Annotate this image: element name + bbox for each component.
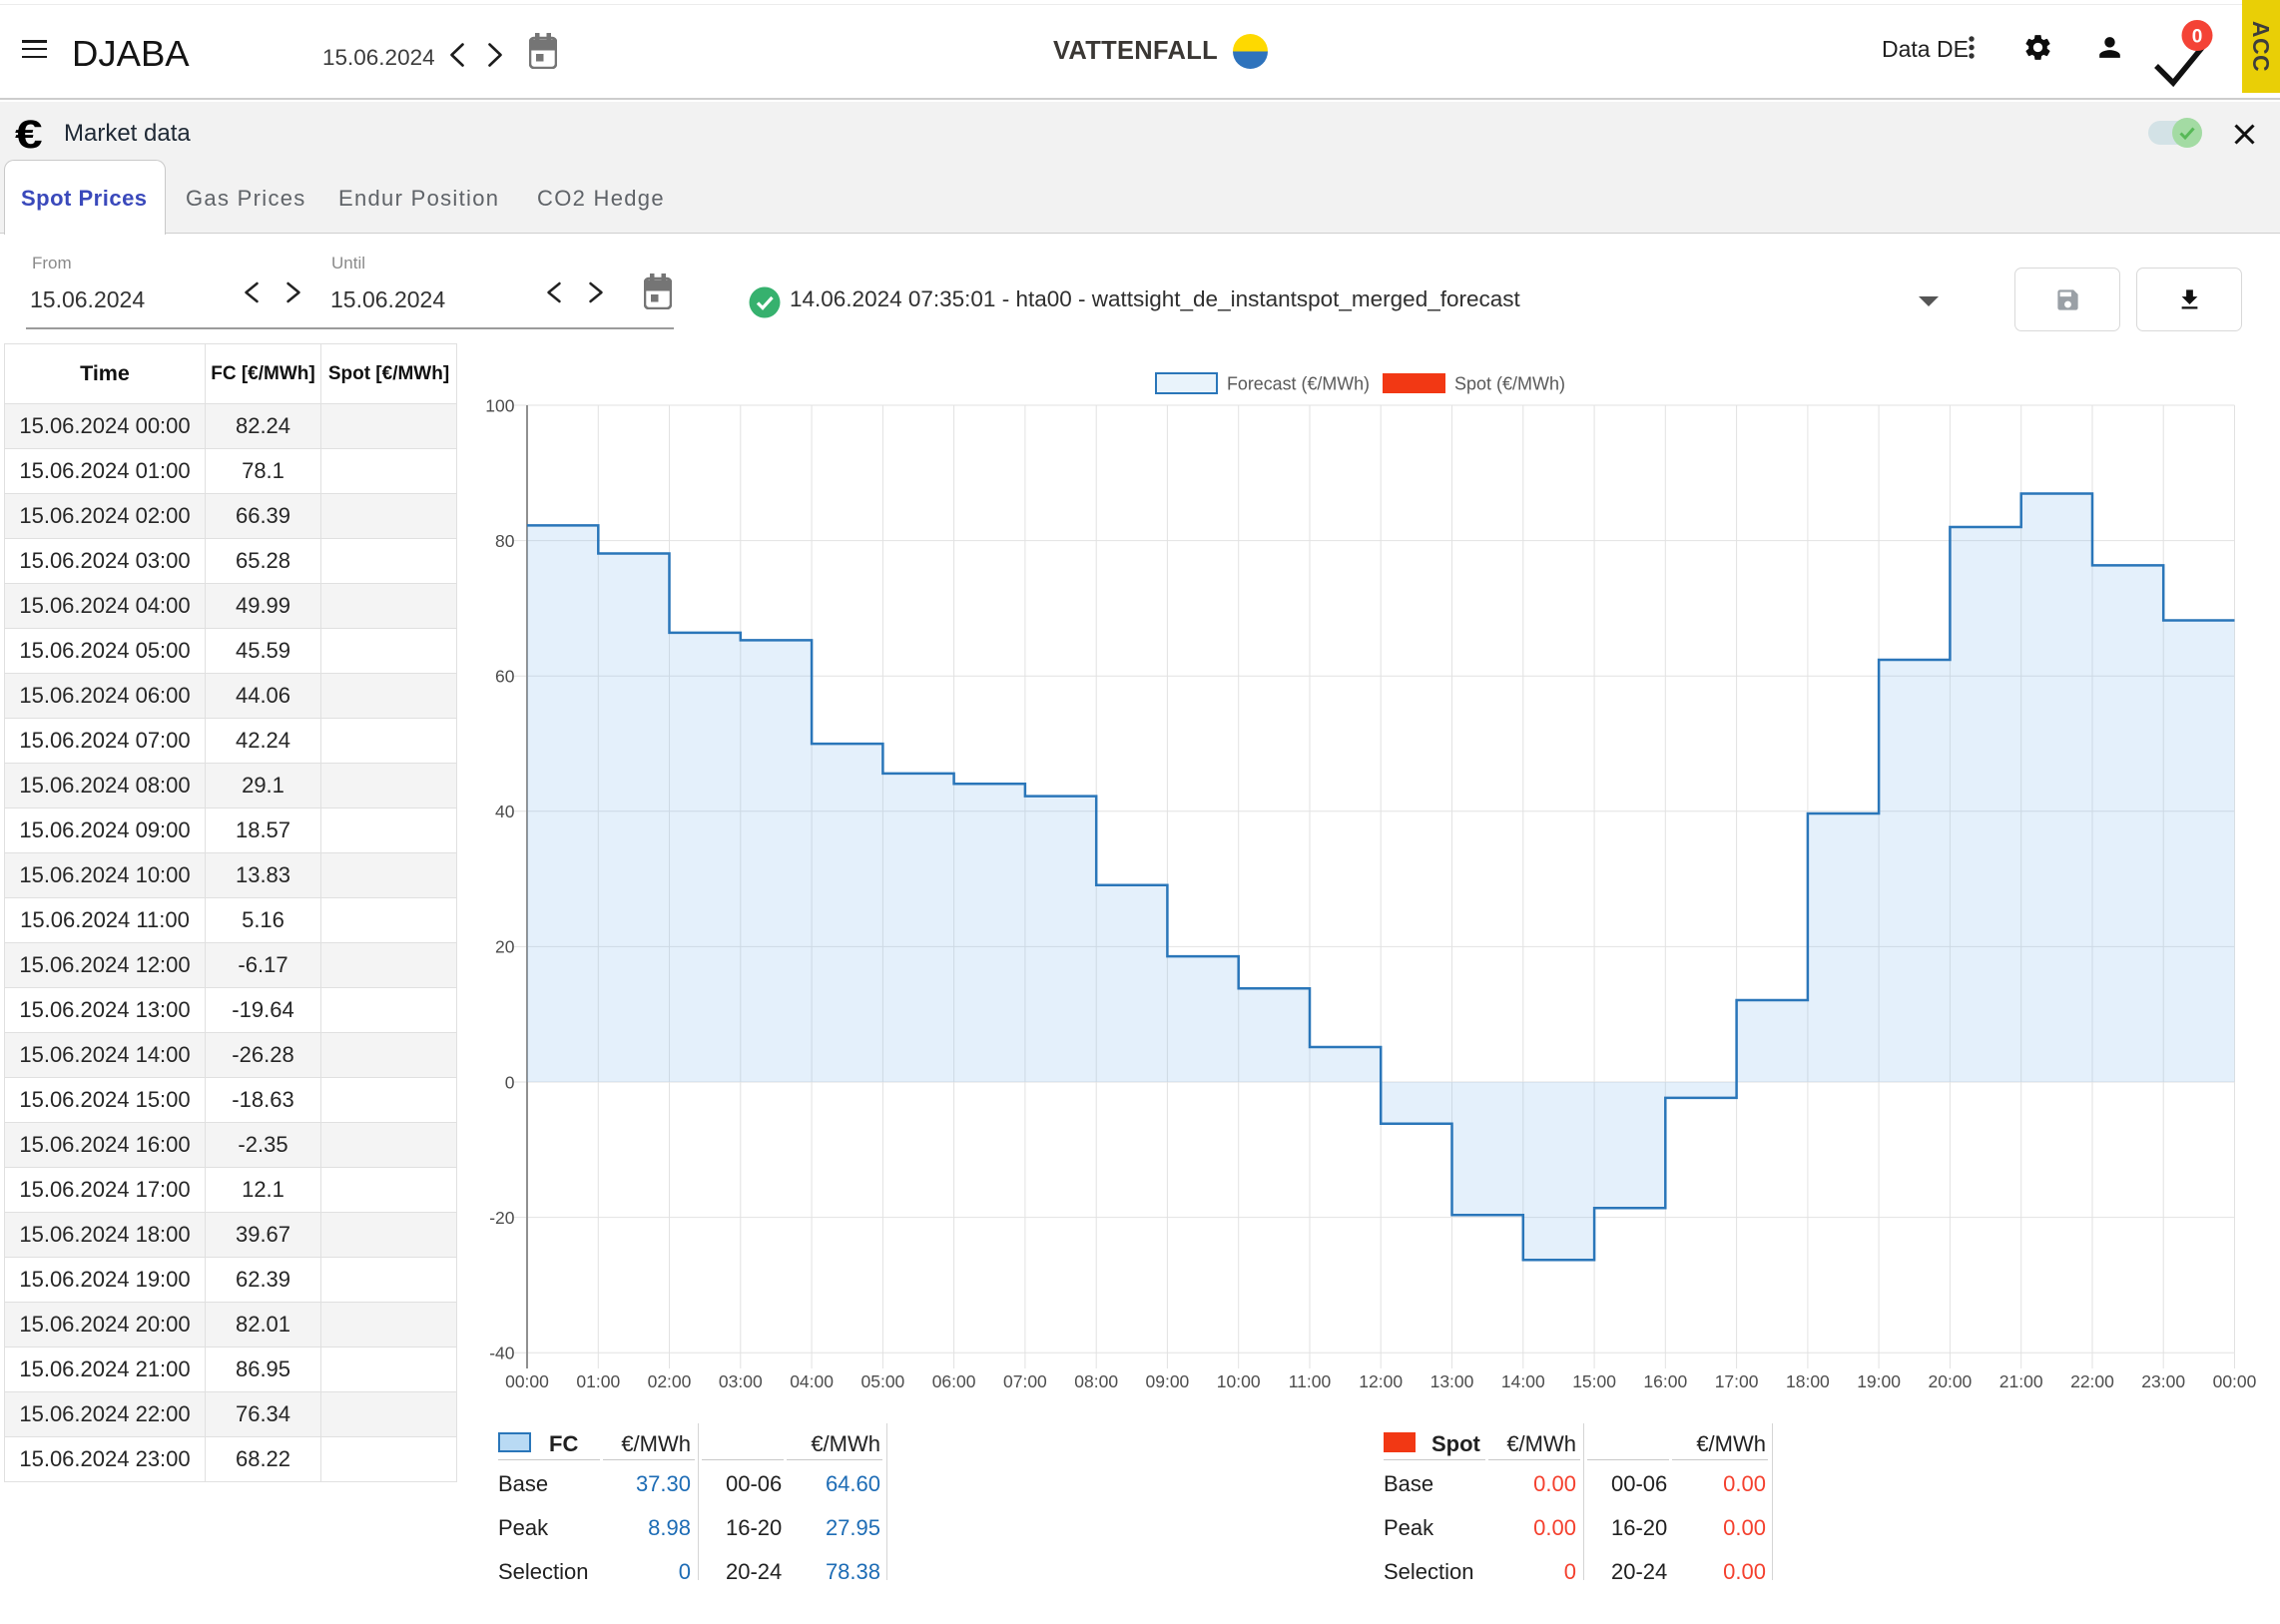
svg-text:11:00: 11:00 (1289, 1371, 1332, 1391)
svg-text:Spot (€/MWh): Spot (€/MWh) (1454, 373, 1565, 394)
svg-text:07:00: 07:00 (1003, 1371, 1047, 1391)
svg-text:03:00: 03:00 (719, 1371, 763, 1391)
svg-text:05:00: 05:00 (861, 1371, 905, 1391)
svg-text:100: 100 (485, 395, 514, 415)
svg-text:16:00: 16:00 (1643, 1371, 1687, 1391)
svg-text:04:00: 04:00 (790, 1371, 834, 1391)
svg-text:60: 60 (495, 667, 515, 687)
svg-text:01:00: 01:00 (576, 1371, 620, 1391)
svg-text:21:00: 21:00 (1999, 1371, 2043, 1391)
svg-text:19:00: 19:00 (1857, 1371, 1901, 1391)
svg-text:22:00: 22:00 (2070, 1371, 2114, 1391)
svg-text:80: 80 (495, 531, 515, 551)
svg-text:-40: -40 (489, 1344, 515, 1363)
svg-text:00:00: 00:00 (505, 1371, 549, 1391)
svg-text:00:00: 00:00 (2213, 1371, 2257, 1391)
svg-text:14:00: 14:00 (1501, 1371, 1545, 1391)
svg-text:17:00: 17:00 (1715, 1371, 1759, 1391)
svg-text:20: 20 (495, 937, 515, 957)
svg-text:0: 0 (505, 1072, 515, 1092)
svg-text:15:00: 15:00 (1572, 1371, 1616, 1391)
svg-text:20:00: 20:00 (1929, 1371, 1973, 1391)
svg-text:10:00: 10:00 (1217, 1371, 1261, 1391)
svg-text:06:00: 06:00 (932, 1371, 976, 1391)
svg-text:Forecast (€/MWh): Forecast (€/MWh) (1227, 373, 1370, 394)
svg-text:12:00: 12:00 (1359, 1371, 1403, 1391)
svg-text:-20: -20 (489, 1208, 515, 1228)
svg-text:08:00: 08:00 (1074, 1371, 1118, 1391)
svg-text:13:00: 13:00 (1430, 1371, 1474, 1391)
svg-text:09:00: 09:00 (1146, 1371, 1190, 1391)
svg-text:18:00: 18:00 (1786, 1371, 1830, 1391)
svg-text:23:00: 23:00 (2141, 1371, 2185, 1391)
svg-text:40: 40 (495, 802, 515, 821)
svg-text:02:00: 02:00 (648, 1371, 692, 1391)
